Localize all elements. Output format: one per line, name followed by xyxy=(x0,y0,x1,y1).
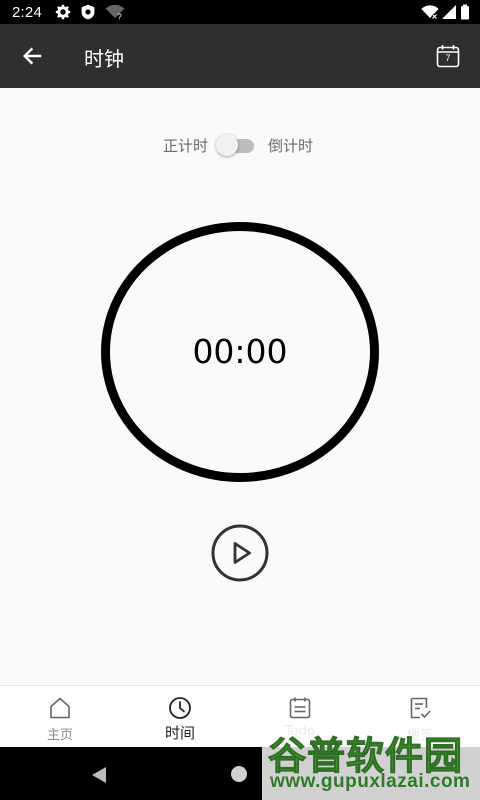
shield-icon xyxy=(81,4,95,20)
app-bar: 时钟 7 xyxy=(0,24,480,88)
clock-screen: 2:24 ? 时钟 7 正计时 倒计时 00:00 主页 时间 谷普软件园 ww… xyxy=(0,0,480,800)
mode-switch[interactable] xyxy=(216,134,256,156)
switch-thumb xyxy=(216,134,238,156)
gear-icon xyxy=(55,4,71,20)
home-circle-icon[interactable] xyxy=(230,765,248,783)
nav-label-time: 时间 xyxy=(164,724,195,742)
watermark-url: www.gupuxlazai.com xyxy=(270,771,471,792)
count-up-label: 正计时 xyxy=(163,137,209,155)
timer-display: 00:00 xyxy=(192,332,288,371)
calendar-button[interactable]: 7 xyxy=(428,36,468,76)
back-triangle-icon[interactable] xyxy=(90,766,108,784)
page-title: 时钟 xyxy=(84,47,124,71)
calendar-day-number: 7 xyxy=(445,53,451,63)
play-icon xyxy=(211,524,269,582)
back-button[interactable] xyxy=(12,36,52,76)
calendar-list-icon xyxy=(289,697,311,719)
clock-icon xyxy=(169,697,191,719)
nav-item-time[interactable]: 时间 xyxy=(120,686,240,748)
home-icon xyxy=(50,697,70,719)
nav-label-home: 主页 xyxy=(46,728,73,743)
wifi-question-icon: ? xyxy=(105,4,125,20)
watermark: 谷普软件园 www.gupuxlazai.com xyxy=(262,723,480,800)
mode-toggle-row: 正计时 倒计时 xyxy=(0,132,480,158)
wifi-x-icon xyxy=(421,5,439,20)
nav-item-home[interactable]: 主页 xyxy=(0,686,120,748)
countdown-label: 倒计时 xyxy=(268,137,314,155)
calendar-icon: 7 xyxy=(436,44,460,68)
arrow-left-icon xyxy=(23,47,42,65)
svg-text:?: ? xyxy=(117,13,122,21)
status-time: 2:24 xyxy=(12,4,42,21)
note-check-icon xyxy=(410,697,431,719)
signal-icon xyxy=(442,5,456,19)
play-button[interactable] xyxy=(211,524,269,582)
status-bar: 2:24 ? xyxy=(0,0,480,24)
battery-icon xyxy=(461,4,469,20)
